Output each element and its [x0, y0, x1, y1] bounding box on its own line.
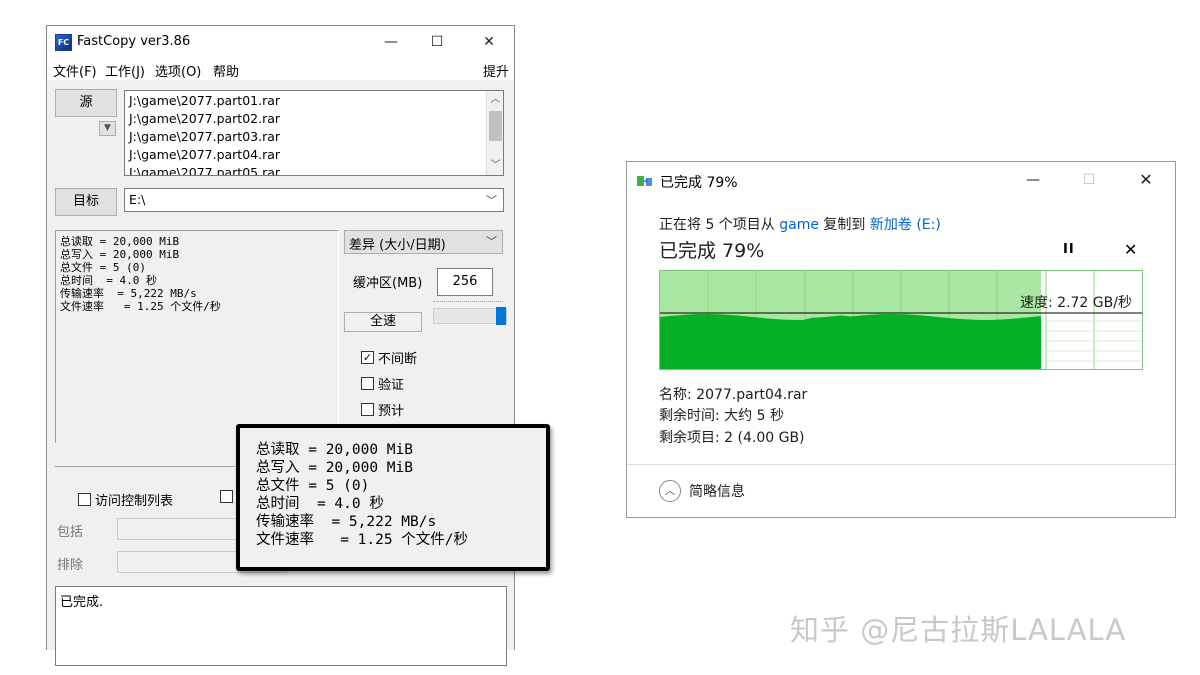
- slider-ticks: [433, 301, 503, 304]
- list-item: J:\game\2077.part01.rar: [129, 93, 281, 108]
- divider: [627, 464, 1175, 465]
- stat-file-rate: 文件速率 = 1.25 个文件/秒: [60, 300, 221, 313]
- list-item: J:\game\2077.part04.rar: [129, 147, 281, 162]
- list-item: J:\game\2077.part03.rar: [129, 129, 281, 144]
- stats-panel: 总读取 = 20,000 MiB 总写入 = 20,000 MiB 总文件 = …: [55, 230, 339, 443]
- list-item: J:\game\2077.part05.rar: [129, 165, 281, 176]
- checkbox-label: 访问控制列表: [95, 494, 174, 509]
- minimize-icon[interactable]: —: [381, 32, 401, 52]
- checkbox-icon[interactable]: [361, 403, 374, 416]
- menu-elevate[interactable]: 提升: [483, 61, 509, 80]
- checkbox-extra[interactable]: [220, 490, 237, 503]
- checkbox-nonstop[interactable]: ✓ 不间断: [361, 348, 417, 367]
- checkbox-icon[interactable]: [78, 493, 91, 506]
- checkbox-icon[interactable]: [361, 377, 374, 390]
- window-title: FastCopy ver3.86: [77, 34, 191, 49]
- source-scrollbar[interactable]: ︿ ﹀: [486, 91, 503, 175]
- checkbox-label: 不间断: [378, 352, 418, 367]
- close-icon[interactable]: ✕: [1136, 170, 1156, 190]
- copy-window-title: 已完成 79%: [660, 175, 738, 191]
- copy-mode-select[interactable]: 差异 (大小/日期) ﹀: [344, 230, 503, 254]
- target-button[interactable]: 目标: [55, 188, 117, 216]
- progress-heading: 已完成 79%: [659, 240, 765, 262]
- scroll-thumb[interactable]: [489, 111, 502, 141]
- menu-options[interactable]: 选项(O): [155, 61, 201, 80]
- checkbox-verify[interactable]: 验证: [361, 374, 404, 393]
- speed-slider[interactable]: [433, 307, 507, 325]
- checkbox-checked-icon[interactable]: ✓: [361, 351, 374, 364]
- chevron-down-icon: ﹀: [486, 235, 497, 248]
- minimize-icon[interactable]: —: [1023, 170, 1043, 190]
- fastcopy-app-icon: FC: [55, 34, 72, 51]
- source-file-list[interactable]: J:\game\2077.part01.rar J:\game\2077.par…: [124, 90, 504, 176]
- overlay-file-rate: 文件速率 = 1.25 个文件/秒: [256, 532, 469, 548]
- exclude-label: 排除: [57, 558, 84, 573]
- buffer-input[interactable]: 256: [437, 268, 493, 296]
- menu-job[interactable]: 工作(J): [105, 61, 145, 80]
- file-name-line: 名称: 2077.part04.rar: [659, 387, 808, 403]
- buffer-label: 缓冲区(MB): [353, 276, 423, 291]
- source-button[interactable]: 源: [55, 89, 117, 117]
- checkbox-estimate[interactable]: 预计: [361, 400, 404, 419]
- maximize-icon[interactable]: ☐: [427, 32, 447, 52]
- target-link[interactable]: 新加卷 (E:): [870, 217, 941, 233]
- copy-titlebar: 已完成 79% — ☐ ✕: [627, 162, 1175, 198]
- watermark: 知乎 @尼古拉斯LALALA: [790, 613, 1127, 647]
- speed-graph: 速度: 2.72 GB/秒: [659, 270, 1143, 370]
- fastcopy-titlebar: FC FastCopy ver3.86 — ☐ ✕: [47, 26, 514, 58]
- include-label: 包括: [57, 525, 84, 540]
- checkbox-label: 验证: [378, 378, 405, 393]
- target-value: E:\: [129, 192, 146, 207]
- checkbox-acl[interactable]: 访问控制列表: [78, 490, 173, 509]
- scroll-down-icon[interactable]: ﹀: [487, 157, 503, 175]
- close-icon[interactable]: ✕: [479, 32, 499, 52]
- full-speed-button[interactable]: 全速: [344, 312, 422, 332]
- menu-file[interactable]: 文件(F): [53, 61, 97, 80]
- copy-description: 正在将 5 个项目从 game 复制到 新加卷 (E:): [659, 214, 941, 234]
- info-prefix: 正在将 5 个项目从: [659, 217, 780, 233]
- menu-help[interactable]: 帮助: [213, 61, 239, 80]
- copy-mode-value: 差异 (大小/日期): [349, 238, 446, 253]
- status-output: 已完成.: [55, 586, 507, 666]
- checkbox-label: 预计: [378, 404, 405, 419]
- speed-label: 速度: 2.72 GB/秒: [1020, 295, 1132, 311]
- chevron-down-icon[interactable]: ﹀: [486, 192, 497, 208]
- copy-progress-window: 已完成 79% — ☐ ✕ 正在将 5 个项目从 game 复制到 新加卷 (E…: [626, 161, 1176, 518]
- source-link[interactable]: game: [779, 217, 819, 233]
- scroll-up-icon[interactable]: ︿: [487, 91, 503, 109]
- chevron-up-icon[interactable]: ︿: [659, 480, 681, 502]
- fewer-details-label: 简略信息: [689, 484, 745, 500]
- source-history-dropdown-icon[interactable]: ▼: [99, 121, 116, 136]
- info-middle: 复制到: [818, 217, 870, 233]
- throughput-area: [660, 314, 1041, 369]
- target-combo[interactable]: E:\ ﹀: [124, 188, 504, 212]
- slider-thumb[interactable]: [496, 307, 506, 325]
- list-item: J:\game\2077.part02.rar: [129, 111, 281, 126]
- stats-zoom-overlay: 总读取 = 20,000 MiB 总写入 = 20,000 MiB 总文件 = …: [236, 424, 550, 571]
- time-remaining-line: 剩余时间: 大约 5 秒: [659, 408, 784, 424]
- speed-graph-svg: [660, 271, 1142, 369]
- maximize-icon: ☐: [1082, 172, 1096, 188]
- menu-bar: 文件(F) 工作(J) 选项(O) 帮助 提升: [47, 58, 514, 80]
- fewer-details-toggle[interactable]: ︿ 简略信息: [659, 480, 745, 502]
- pause-icon[interactable]: II: [1063, 242, 1075, 257]
- copy-transfer-icon: [637, 176, 652, 186]
- checkbox-icon[interactable]: [220, 490, 233, 503]
- cancel-icon[interactable]: ✕: [1124, 240, 1137, 259]
- items-remaining-line: 剩余项目: 2 (4.00 GB): [659, 430, 805, 446]
